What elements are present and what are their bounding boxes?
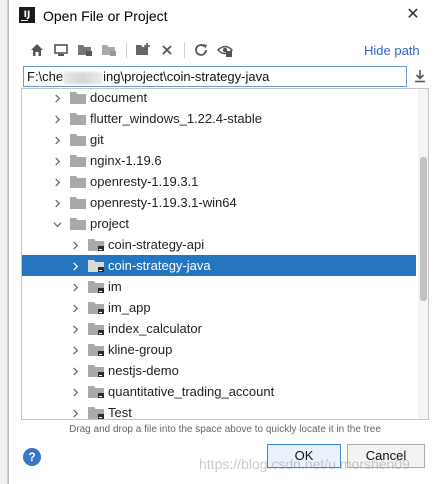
scrollbar-thumb[interactable] — [420, 157, 427, 301]
chevron-right-icon[interactable] — [70, 345, 80, 355]
chevron-right-icon[interactable] — [70, 282, 80, 292]
tree-row-label: project — [90, 216, 130, 231]
tree-row[interactable]: nginx-1.19.6 — [22, 150, 416, 171]
tree-row[interactable]: kline-group — [22, 339, 416, 360]
chevron-right-icon[interactable] — [52, 156, 62, 166]
module-folder-icon — [88, 385, 104, 398]
folder-icon — [70, 112, 86, 125]
watermark: https://blog.csdn.net/u.morshen09 — [199, 456, 410, 472]
toolbar: Hide path — [9, 38, 440, 62]
tree-row-label: git — [90, 132, 104, 147]
toolbar-separator — [184, 42, 185, 58]
chevron-right-icon[interactable] — [52, 114, 62, 124]
tree-row-label: kline-group — [108, 342, 173, 357]
tree-row-label: coin-strategy-java — [108, 258, 211, 273]
tree-row-label: nginx-1.19.6 — [90, 153, 162, 168]
background-ide-strip — [0, 0, 8, 484]
chevron-right-icon[interactable] — [52, 198, 62, 208]
desktop-icon[interactable] — [51, 40, 71, 60]
tree-row-label: document — [90, 90, 148, 105]
project-folder-icon[interactable] — [75, 40, 95, 60]
chevron-right-icon[interactable] — [70, 261, 80, 271]
chevron-right-icon[interactable] — [70, 366, 80, 376]
path-suffix: ing\project\coin-strategy-java — [103, 69, 270, 84]
chevron-right-icon[interactable] — [52, 135, 62, 145]
tree-row[interactable]: quantitative_trading_account — [22, 381, 416, 402]
hide-path-link[interactable]: Hide path — [364, 43, 420, 58]
path-prefix: F:\che — [27, 69, 64, 84]
intellij-app-icon: IJ — [19, 7, 35, 23]
tree-row[interactable]: openresty-1.19.3.1-win64 — [22, 192, 416, 213]
dialog-title: Open File or Project — [43, 8, 168, 24]
close-button[interactable]: ✕ — [403, 5, 423, 25]
tree-row-label: openresty-1.19.3.1-win64 — [90, 195, 237, 210]
tree-row-label: im — [108, 279, 122, 294]
tree-row[interactable]: coin-strategy-api — [22, 234, 416, 255]
tree-row-label: flutter_windows_1.22.4-stable — [90, 111, 262, 126]
tree-row[interactable]: index_calculator — [22, 318, 416, 339]
chevron-right-icon[interactable] — [70, 303, 80, 313]
module-folder-icon — [88, 364, 104, 377]
folder-icon — [70, 217, 86, 230]
tree-row-label: coin-strategy-api — [108, 237, 205, 252]
tree-row[interactable]: document — [22, 89, 416, 108]
tree-row-label: nestjs-demo — [108, 363, 179, 378]
open-file-dialog: IJ Open File or Project ✕ Hide path F:\c… — [8, 0, 440, 484]
tree-row[interactable]: git — [22, 129, 416, 150]
tree-row-label: Test — [108, 405, 132, 420]
new-folder-icon[interactable] — [133, 40, 153, 60]
path-input[interactable]: F:\che ing\project\coin-strategy-java — [23, 66, 407, 87]
tree-row[interactable]: im — [22, 276, 416, 297]
tree-row[interactable]: Test — [22, 402, 416, 420]
title-bar: IJ Open File or Project ✕ — [9, 0, 440, 32]
folder-icon — [70, 133, 86, 146]
module-folder-icon — [88, 301, 104, 314]
tree-row-label: index_calculator — [108, 321, 202, 336]
tree-row[interactable]: nestjs-demo — [22, 360, 416, 381]
vertical-scrollbar[interactable] — [418, 89, 428, 419]
file-tree[interactable]: Test quantitative_trading_account nestjs-d… — [21, 88, 429, 420]
chevron-down-icon[interactable] — [52, 219, 62, 229]
module-folder-icon — [88, 259, 104, 272]
module-folder-icon — [88, 406, 104, 419]
module-folder-icon — [88, 322, 104, 335]
redacted-path-segment — [63, 71, 104, 84]
tree-row-label: quantitative_trading_account — [108, 384, 275, 399]
module-folder-icon — [88, 238, 104, 251]
help-button[interactable]: ? — [23, 448, 41, 466]
toolbar-separator — [126, 42, 127, 58]
chevron-right-icon[interactable] — [52, 93, 62, 103]
chevron-right-icon[interactable] — [70, 240, 80, 250]
refresh-icon[interactable] — [191, 40, 211, 60]
show-hidden-icon[interactable] — [215, 40, 235, 60]
tree-row[interactable]: openresty-1.19.3.1 — [22, 171, 416, 192]
folder-icon — [70, 91, 86, 104]
module-folder-icon — [88, 280, 104, 293]
delete-icon[interactable] — [157, 40, 177, 60]
tree-row[interactable]: coin-strategy-java — [22, 255, 416, 276]
tree-row[interactable]: im_app — [22, 297, 416, 318]
tree-row-label: im_app — [108, 300, 151, 315]
folder-icon — [70, 196, 86, 209]
tree-row-label: openresty-1.19.3.1 — [90, 174, 199, 189]
drag-drop-hint: Drag and drop a file into the space abov… — [69, 424, 381, 435]
folder-icon — [70, 154, 86, 167]
download-icon[interactable] — [412, 68, 428, 84]
tree-row[interactable]: project — [22, 213, 416, 234]
module-folder-icon[interactable] — [99, 40, 119, 60]
chevron-right-icon[interactable] — [70, 408, 80, 418]
chevron-right-icon[interactable] — [70, 387, 80, 397]
tree-row[interactable]: flutter_windows_1.22.4-stable — [22, 108, 416, 129]
chevron-right-icon[interactable] — [52, 177, 62, 187]
home-icon[interactable] — [27, 40, 47, 60]
chevron-right-icon[interactable] — [70, 324, 80, 334]
folder-icon — [70, 175, 86, 188]
module-folder-icon — [88, 343, 104, 356]
